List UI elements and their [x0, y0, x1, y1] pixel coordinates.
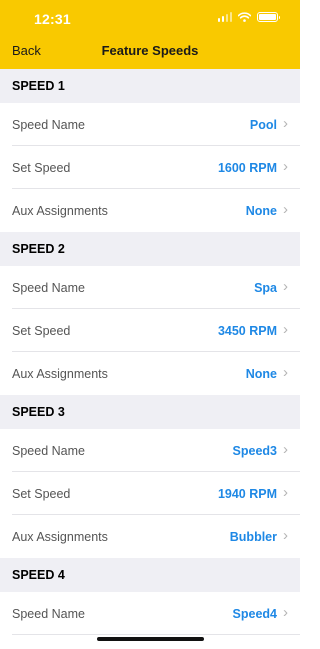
setting-row[interactable]: Set Speed 1940 RPM ›	[0, 472, 300, 515]
row-label: Aux Assignments	[12, 529, 108, 544]
row-value-group: Speed3 ›	[232, 441, 288, 458]
row-value-group: Speed4 ›	[232, 604, 288, 621]
feature-speeds-list: SPEED 1 Speed Name Pool › Set Speed 1600 RPM ›…	[0, 69, 300, 649]
row-label: Set Speed	[12, 323, 71, 338]
chevron-right-icon: ›	[283, 527, 288, 544]
setting-row[interactable]: Speed Name Speed3 ›	[0, 429, 300, 472]
row-label: Speed Name	[12, 117, 85, 132]
page-title: Feature Speeds	[101, 43, 199, 58]
row-value: 1600 RPM	[217, 160, 277, 175]
chevron-right-icon: ›	[283, 364, 288, 381]
chevron-right-icon: ›	[283, 278, 288, 295]
chevron-right-icon: ›	[283, 115, 288, 132]
row-value: 3450 RPM	[217, 323, 277, 338]
setting-row[interactable]: Aux Assignments None ›	[0, 189, 300, 232]
setting-row[interactable]: Aux Assignments None ›	[0, 352, 300, 395]
row-label: Aux Assignments	[12, 366, 108, 381]
chevron-right-icon: ›	[283, 201, 288, 218]
setting-row[interactable]: Aux Assignments Bubbler ›	[0, 515, 300, 558]
setting-row[interactable]: Speed Name Spa ›	[0, 266, 300, 309]
row-value: Speed4	[232, 606, 277, 621]
chevron-right-icon: ›	[283, 604, 288, 621]
row-label: Set Speed	[12, 160, 71, 175]
section-header: SPEED 1	[0, 69, 300, 103]
row-value-group: Bubbler ›	[229, 527, 288, 544]
section-header: SPEED 4	[0, 558, 300, 592]
chevron-right-icon: ›	[283, 441, 288, 458]
row-value-group: None ›	[245, 201, 288, 218]
row-label: Aux Assignments	[12, 203, 108, 218]
top-bar: 12:31 Back Feature Speeds	[0, 0, 300, 69]
row-value-group: 1600 RPM ›	[217, 158, 288, 175]
home-indicator[interactable]	[97, 637, 204, 641]
chevron-right-icon: ›	[283, 321, 288, 338]
row-label: Speed Name	[12, 443, 85, 458]
row-value-group: Pool ›	[249, 115, 288, 132]
row-value: Pool	[249, 117, 277, 132]
row-value: 1940 RPM	[217, 486, 277, 501]
status-bar: 12:31	[0, 0, 300, 38]
setting-row[interactable]: Speed Name Pool ›	[0, 103, 300, 146]
row-value: None	[245, 203, 277, 218]
row-value-group: Spa ›	[254, 278, 288, 295]
row-value-group: 1940 RPM ›	[217, 484, 288, 501]
row-value: Bubbler	[229, 529, 277, 544]
row-label: Speed Name	[12, 280, 85, 295]
row-value-group: 3450 RPM ›	[217, 321, 288, 338]
row-value: Speed3	[232, 443, 277, 458]
nav-bar: Back Feature Speeds	[0, 38, 300, 69]
row-value: None	[245, 366, 277, 381]
row-value: Spa	[254, 280, 277, 295]
row-label: Set Speed	[12, 486, 71, 501]
setting-row[interactable]: Speed Name Speed4 ›	[0, 592, 300, 635]
battery-icon	[257, 12, 280, 22]
status-time: 12:31	[34, 11, 71, 27]
status-icons	[217, 12, 280, 22]
chevron-right-icon: ›	[283, 484, 288, 501]
chevron-right-icon: ›	[283, 158, 288, 175]
section-header: SPEED 2	[0, 232, 300, 266]
wifi-icon	[238, 12, 251, 22]
row-label: Speed Name	[12, 606, 85, 621]
cellular-signal-icon	[217, 12, 232, 22]
setting-row[interactable]: Set Speed 3450 RPM ›	[0, 309, 300, 352]
row-value-group: None ›	[245, 364, 288, 381]
setting-row[interactable]: Set Speed 1600 RPM ›	[0, 146, 300, 189]
section-header: SPEED 3	[0, 395, 300, 429]
